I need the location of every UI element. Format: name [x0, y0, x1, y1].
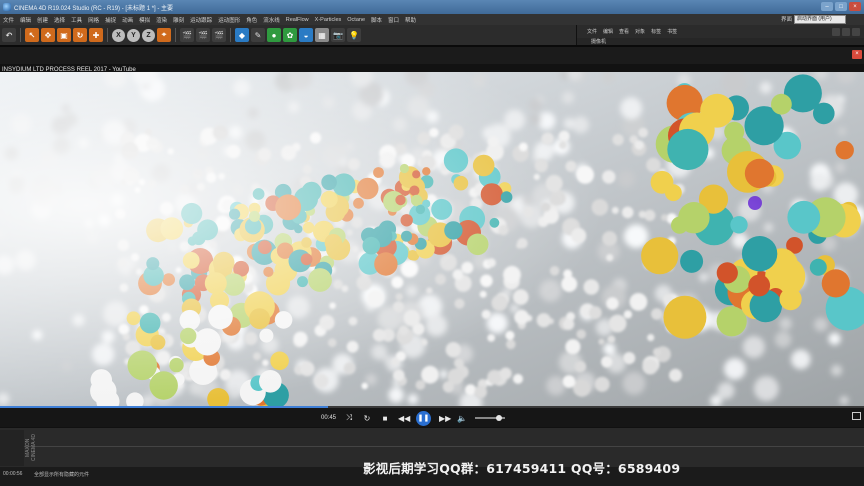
- next-icon[interactable]: ▶▶: [439, 414, 451, 423]
- maximize-button[interactable]: □: [835, 2, 847, 11]
- video-controls: 00:45 ⤨ ↻ ■ ◀◀ ❚❚ ▶▶ 🔈: [0, 406, 864, 429]
- status-message: 全部显示所有隐藏的元件: [34, 472, 90, 478]
- undo-icon[interactable]: ↶: [2, 28, 16, 42]
- qq-group-watermark: 影视后期学习QQ群：617459411 QQ号：6589409: [363, 461, 681, 476]
- fullscreen-icon[interactable]: [852, 412, 861, 420]
- z-axis-toggle[interactable]: Z: [142, 28, 155, 42]
- timeline-track[interactable]: [24, 446, 864, 447]
- panel-settings-icon[interactable]: [842, 28, 850, 36]
- render-to-picture-viewer-icon[interactable]: 🎬: [196, 28, 210, 42]
- panel-expand-icon[interactable]: [852, 28, 860, 36]
- previous-icon[interactable]: ◀◀: [398, 414, 410, 423]
- subdivision-icon[interactable]: ●: [267, 28, 281, 42]
- cube-icon[interactable]: ◆: [235, 28, 249, 42]
- toolbar-divider: [107, 28, 108, 42]
- volume-knob[interactable]: [496, 415, 503, 421]
- menu-item-character[interactable]: 角色: [243, 16, 260, 24]
- particle-scene-image: [0, 72, 864, 406]
- panel-tab-tags[interactable]: 标签: [651, 28, 661, 35]
- timeline-side: [0, 430, 24, 466]
- menu-item-simulate[interactable]: 模拟: [136, 16, 153, 24]
- status-time: 00:00:56: [3, 471, 23, 477]
- video-browser-window: × INSYDIUM LTD PROCESS REEL 2017 - YouTu…: [0, 45, 864, 429]
- menu-item-mesh[interactable]: 网格: [85, 16, 102, 24]
- menu-item-snap[interactable]: 捕捉: [102, 16, 119, 24]
- scale-icon[interactable]: ▣: [57, 28, 71, 42]
- floor-icon[interactable]: ▦: [315, 28, 329, 42]
- deformer-icon[interactable]: ◒: [299, 28, 313, 42]
- recent-tools-icon[interactable]: ✚: [89, 28, 103, 42]
- app-title: CINEMA 4D R19.024 Studio (RC - R19) - [未…: [14, 5, 174, 12]
- toolbar-divider: [175, 28, 176, 42]
- menu-item-file[interactable]: 文件: [0, 16, 17, 24]
- current-time: 00:45: [321, 415, 337, 421]
- menu-item-create[interactable]: 创建: [34, 16, 51, 24]
- render-view-icon[interactable]: 🎬: [180, 28, 194, 42]
- render-settings-icon[interactable]: 🎬: [212, 28, 226, 42]
- cinema4d-app-icon: [3, 3, 11, 11]
- video-title: INSYDIUM LTD PROCESS REEL 2017 - YouTube: [2, 67, 136, 73]
- menu-item-animate[interactable]: 动画: [119, 16, 136, 24]
- live-selection-icon[interactable]: ↖: [25, 28, 39, 42]
- main-toolbar: ↶ ↖ ✥ ▣ ↻ ✚ X Y Z ⌖ 🎬 🎬 🎬 ◆ ✎ ● ✿ ◒ ▦ 📷 …: [0, 25, 576, 45]
- panel-tab-edit[interactable]: 编辑: [603, 28, 613, 35]
- repeat-icon[interactable]: ↻: [362, 414, 372, 423]
- panel-icons: [832, 28, 860, 36]
- menu-item-render[interactable]: 渲染: [153, 16, 170, 24]
- array-icon[interactable]: ✿: [283, 28, 297, 42]
- menu-item-edit[interactable]: 编辑: [17, 16, 34, 24]
- stop-icon[interactable]: ■: [380, 414, 390, 423]
- video-progress-bar[interactable]: [0, 406, 864, 408]
- video-frame[interactable]: [0, 72, 864, 406]
- menu-item-xparticles[interactable]: X-Particles: [312, 17, 345, 23]
- close-window-button[interactable]: ×: [849, 2, 861, 11]
- toolbar-divider: [230, 28, 231, 42]
- menu-item-select[interactable]: 选择: [51, 16, 68, 24]
- video-progress-fill: [0, 406, 329, 408]
- menu-item-script[interactable]: 脚本: [368, 16, 385, 24]
- y-axis-toggle[interactable]: Y: [127, 28, 140, 42]
- layout-select[interactable]: 启动界面 (用户): [794, 15, 846, 24]
- toolbar-divider: [20, 28, 21, 42]
- layout-label: 界面: [780, 17, 792, 23]
- menu-item-motion-tracking[interactable]: 运动跟踪: [187, 16, 215, 24]
- browser-close-icon[interactable]: ×: [852, 50, 862, 59]
- menu-item-octane[interactable]: Octane: [344, 17, 368, 23]
- menu-item-window[interactable]: 窗口: [385, 16, 402, 24]
- shuffle-icon[interactable]: ⤨: [344, 413, 354, 423]
- rotate-icon[interactable]: ↻: [73, 28, 87, 42]
- pause-button[interactable]: ❚❚: [416, 410, 432, 426]
- menu-bar: 文件 编辑 创建 选择 工具 网格 捕捉 动画 模拟 渲染 雕刻 运动跟踪 运动…: [0, 14, 864, 25]
- player-control-bar: 00:45 ⤨ ↻ ■ ◀◀ ❚❚ ▶▶ 🔈: [321, 409, 521, 427]
- panel-tab-bookmarks[interactable]: 书签: [667, 28, 677, 35]
- maxon-brand-logo: MAXON CINEMA 4D: [25, 434, 37, 461]
- x-axis-toggle[interactable]: X: [112, 28, 125, 42]
- search-icon[interactable]: [832, 28, 840, 36]
- menu-item-help[interactable]: 帮助: [402, 16, 419, 24]
- menu-item-sculpt[interactable]: 雕刻: [170, 16, 187, 24]
- app-title-bar: CINEMA 4D R19.024 Studio (RC - R19) - [未…: [0, 0, 864, 14]
- menu-item-pipeline[interactable]: 流水线: [260, 16, 283, 24]
- menu-item-mograph[interactable]: 运动图形: [215, 16, 243, 24]
- volume-slider[interactable]: [475, 415, 506, 421]
- light-icon[interactable]: 💡: [347, 28, 361, 42]
- move-icon[interactable]: ✥: [41, 28, 55, 42]
- browser-top-bar: ×: [0, 47, 864, 64]
- object-manager-panel: 文件 编辑 查看 对象 标签 书签 摄像机: [576, 25, 864, 46]
- cursor-highlight: [748, 196, 762, 210]
- panel-tab-file[interactable]: 文件: [587, 28, 597, 35]
- camera-icon[interactable]: 📷: [331, 28, 345, 42]
- panel-tab-view[interactable]: 查看: [619, 28, 629, 35]
- minimize-button[interactable]: –: [821, 2, 833, 11]
- pen-icon[interactable]: ✎: [251, 28, 265, 42]
- window-buttons: – □ ×: [821, 2, 861, 11]
- volume-icon[interactable]: 🔈: [457, 414, 467, 423]
- panel-tab-objects[interactable]: 对象: [635, 28, 645, 35]
- coordinate-system-icon[interactable]: ⌖: [157, 28, 171, 42]
- menu-item-realflow[interactable]: RealFlow: [283, 17, 312, 23]
- menu-item-tools[interactable]: 工具: [68, 16, 85, 24]
